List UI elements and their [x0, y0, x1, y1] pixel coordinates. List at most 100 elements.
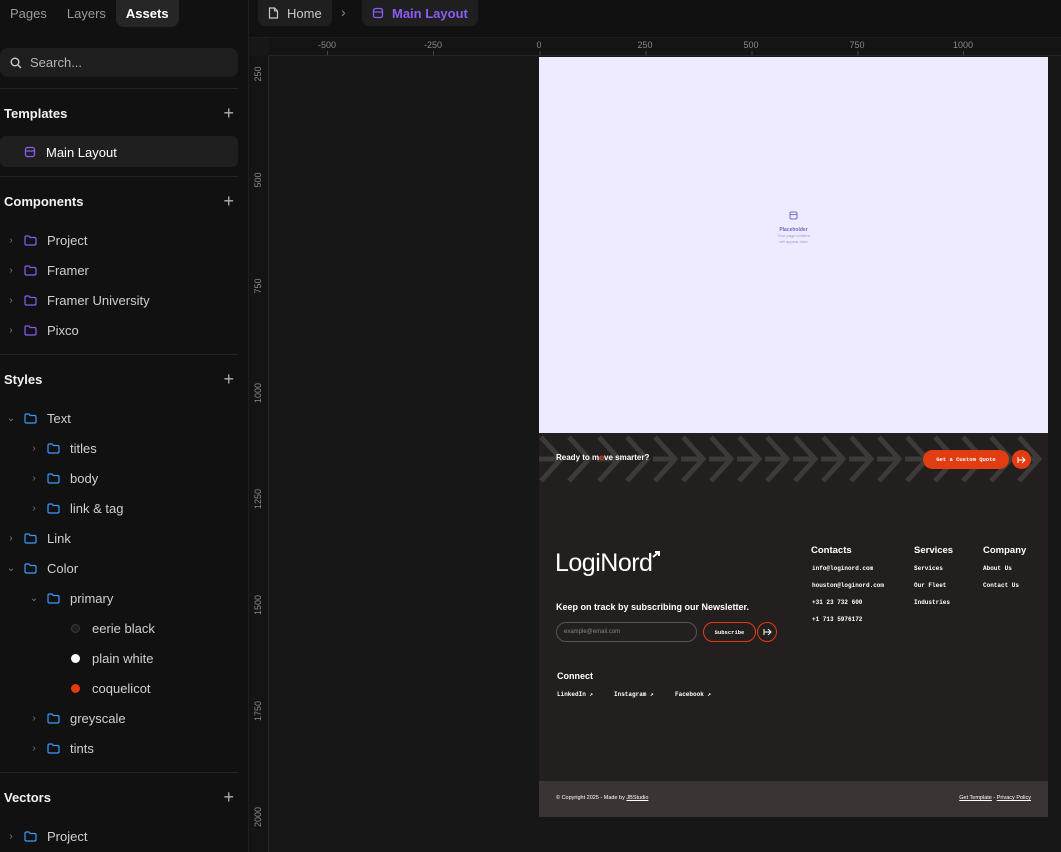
- style-folder-tints[interactable]: › tints: [29, 737, 94, 759]
- top-bar: Home › Main Layout: [249, 0, 1061, 38]
- folder-label: greyscale: [70, 710, 126, 726]
- folder-icon: [24, 562, 37, 574]
- color-style-coquelicot[interactable]: coquelicot: [71, 677, 151, 699]
- chevron-right-icon: ›: [9, 324, 13, 336]
- page-content-area[interactable]: Placeholder Your page content will appea…: [539, 57, 1048, 433]
- design-canvas[interactable]: -500 -250 0 250 500 750 1000 250 500 750…: [249, 38, 1061, 852]
- divider: [0, 88, 238, 89]
- chevron-right-icon: ›: [9, 294, 13, 306]
- ruler-tick: 1000: [952, 40, 974, 55]
- style-folder-text[interactable]: ⌄ Text: [6, 407, 71, 429]
- style-folder-primary[interactable]: ⌄ primary: [29, 587, 114, 609]
- ruler-tick: -500: [317, 40, 337, 55]
- studio-link[interactable]: JBStudio: [626, 795, 648, 801]
- style-folder-titles[interactable]: › titles: [29, 437, 96, 459]
- footer: LogiNord Keep on track by subscribing ou…: [539, 485, 1048, 781]
- add-vector-icon[interactable]: +: [223, 788, 234, 806]
- folder-icon: [24, 532, 37, 544]
- newsletter-email-input[interactable]: example@email.com: [556, 622, 697, 642]
- ruler-tick: 250: [253, 66, 263, 82]
- copyright-text: © Copyright 2025 - Made by: [556, 795, 627, 801]
- ruler-tick: -250: [423, 40, 443, 55]
- folder-icon: [47, 502, 60, 514]
- ruler-tick: 500: [253, 172, 263, 188]
- color-swatch: [71, 683, 80, 693]
- get-quote-button[interactable]: Get a Custom Quote: [923, 450, 1009, 469]
- contact-phone-nl[interactable]: +31 23 732 600: [812, 599, 862, 606]
- get-template-link[interactable]: Get Template: [959, 795, 992, 801]
- legal-links: Get Template - Privacy Policy: [959, 795, 1031, 801]
- add-style-icon[interactable]: +: [223, 370, 234, 388]
- social-link-linkedin[interactable]: LinkedIn ↗: [557, 691, 593, 698]
- style-folder-body[interactable]: › body: [29, 467, 98, 489]
- breadcrumb-main-layout[interactable]: Main Layout: [362, 0, 478, 26]
- chevron-right-icon: ›: [32, 472, 36, 484]
- color-style-plain-white[interactable]: plain white: [71, 647, 153, 669]
- templates-title: Templates: [4, 105, 68, 121]
- contact-email-houston[interactable]: houston@loginord.com: [812, 582, 884, 589]
- loginord-logo[interactable]: LogiNord: [555, 549, 661, 578]
- folder-icon: [24, 412, 37, 424]
- vector-folder-project[interactable]: › Project: [6, 825, 87, 847]
- ruler-tick: 250: [637, 40, 653, 55]
- folder-label: Text: [47, 410, 71, 426]
- folder-icon: [47, 712, 60, 724]
- layout-icon: [24, 146, 36, 158]
- tab-assets[interactable]: Assets: [115, 0, 179, 27]
- subscribe-arrow-button[interactable]: [757, 622, 777, 642]
- style-folder-color[interactable]: ⌄ Color: [6, 557, 78, 579]
- tab-layers[interactable]: Layers: [57, 0, 116, 27]
- color-label: plain white: [92, 650, 154, 666]
- component-folder-framer-university[interactable]: › Framer University: [6, 289, 149, 311]
- footer-link-industries[interactable]: Industries: [914, 599, 950, 606]
- chevron-right-icon: ›: [341, 4, 346, 20]
- style-folder-link-tag[interactable]: › link & tag: [29, 497, 123, 519]
- divider: [0, 176, 238, 177]
- social-link-instagram[interactable]: Instagram ↗: [614, 691, 654, 698]
- company-title: Company: [983, 545, 1027, 556]
- logo-text: LogiNord: [555, 549, 653, 577]
- quote-arrow-button[interactable]: [1012, 450, 1031, 469]
- footer-link-contact-us[interactable]: Contact Us: [983, 582, 1019, 589]
- add-component-icon[interactable]: +: [223, 192, 234, 210]
- subscribe-button[interactable]: Subscribe: [703, 622, 756, 642]
- add-template-icon[interactable]: +: [223, 104, 234, 122]
- chevron-down-icon: ⌄: [6, 412, 16, 424]
- search-input[interactable]: [30, 55, 210, 70]
- vectors-title: Vectors: [4, 789, 51, 805]
- privacy-policy-link[interactable]: Privacy Policy: [997, 795, 1031, 801]
- footer-link-services[interactable]: Services: [914, 565, 943, 572]
- templates-header: Templates +: [4, 103, 234, 123]
- breadcrumb-current-label: Main Layout: [392, 5, 468, 21]
- chevron-right-icon: ›: [32, 742, 36, 754]
- component-folder-project[interactable]: › Project: [6, 229, 87, 251]
- color-style-eerie-black[interactable]: eerie black: [71, 617, 155, 639]
- chevron-right-icon: ›: [9, 264, 13, 276]
- component-folder-pixco[interactable]: › Pixco: [6, 319, 78, 341]
- contact-phone-us[interactable]: +1 713 5976172: [812, 616, 862, 623]
- breadcrumb-home[interactable]: Home: [258, 0, 332, 26]
- main-layout-frame[interactable]: Placeholder Your page content will appea…: [539, 57, 1048, 817]
- chevron-down-icon: ⌄: [29, 592, 39, 604]
- footer-link-about-us[interactable]: About Us: [983, 565, 1012, 572]
- page-icon: [268, 7, 279, 19]
- tab-pages[interactable]: Pages: [0, 0, 57, 27]
- search-icon: [10, 57, 22, 68]
- ruler-tick: 750: [253, 278, 263, 294]
- search-box[interactable]: [0, 48, 238, 77]
- ruler-tick: 0: [536, 40, 542, 55]
- style-folder-link[interactable]: › Link: [6, 527, 71, 549]
- contact-email-info[interactable]: info@loginord.com: [812, 565, 873, 572]
- folder-label: Project: [47, 828, 88, 844]
- horizontal-ruler: -500 -250 0 250 500 750 1000: [269, 38, 1061, 56]
- style-folder-greyscale[interactable]: › greyscale: [29, 707, 126, 729]
- ruler-tick: 750: [849, 40, 865, 55]
- component-folder-framer[interactable]: › Framer: [6, 259, 89, 281]
- styles-header: Styles +: [4, 369, 234, 389]
- copyright: © Copyright 2025 - Made by JBStudio: [556, 795, 648, 801]
- folder-icon: [24, 830, 37, 842]
- template-item-main-layout[interactable]: Main Layout: [18, 141, 117, 163]
- assets-panel: Pages Layers Assets Templates + Main Lay…: [0, 0, 249, 852]
- social-link-facebook[interactable]: Facebook ↗: [675, 691, 711, 698]
- footer-link-our-fleet[interactable]: Our Fleet: [914, 582, 946, 589]
